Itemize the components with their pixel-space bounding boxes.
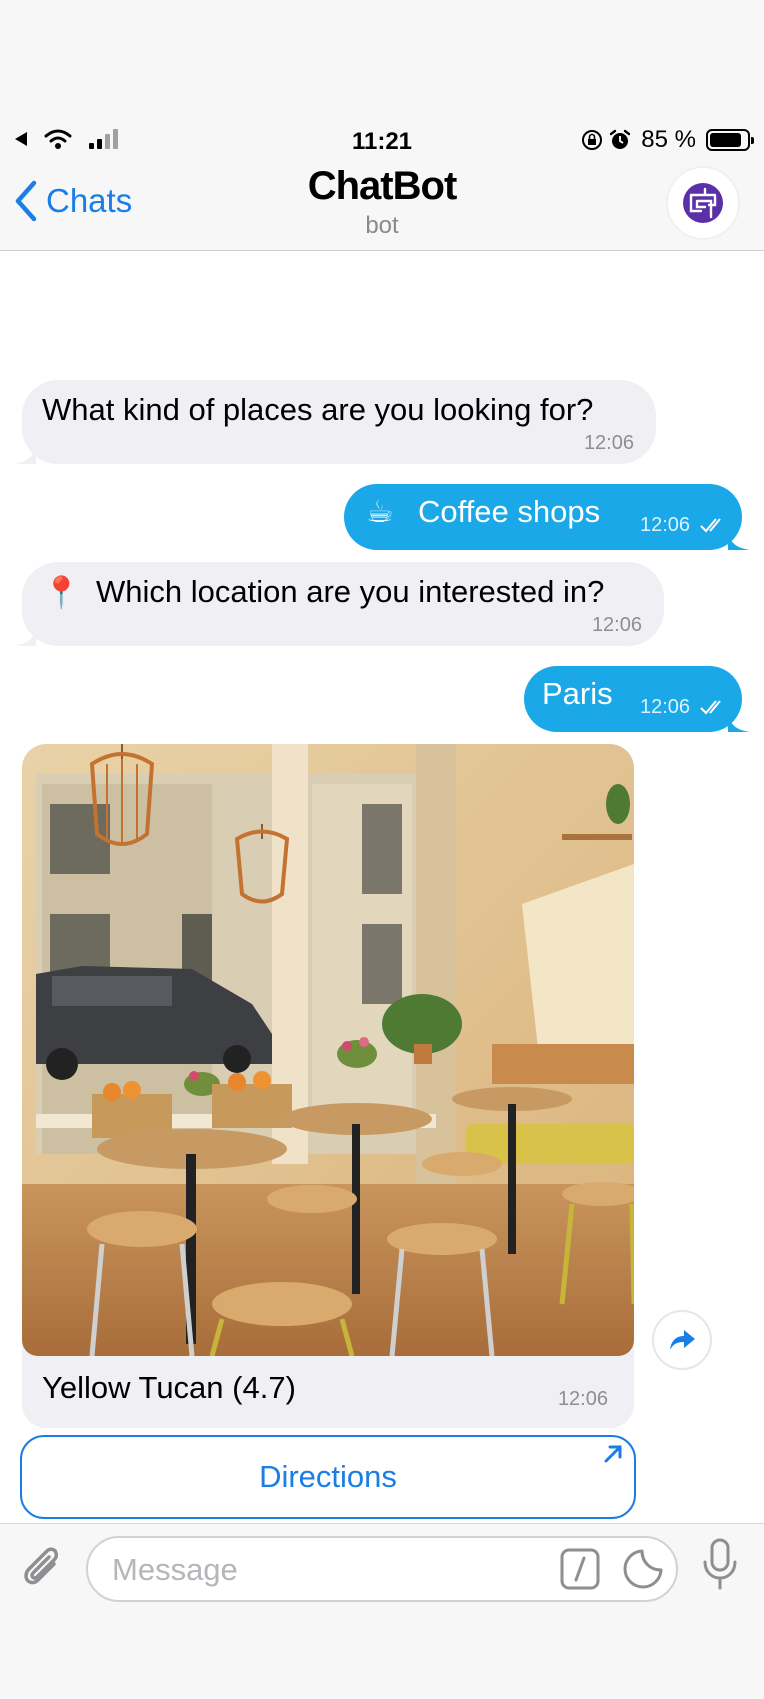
orientation-lock-icon (582, 130, 603, 150)
microphone-icon (703, 1538, 737, 1590)
bubble-tail (14, 442, 36, 464)
read-ticks-icon (700, 518, 721, 533)
command-icon (560, 1548, 600, 1590)
sticker-button[interactable] (622, 1548, 664, 1595)
alarm-icon (610, 129, 631, 149)
external-link-icon (604, 1445, 622, 1463)
bubble-tail (14, 624, 36, 646)
incoming-message[interactable]: 📍 Which location are you interested in? … (14, 562, 664, 646)
message-text: Paris (542, 676, 613, 711)
cafe-photo-illustration (22, 744, 634, 1356)
place-card[interactable]: Yellow Tucan (4.7) 12:06 (22, 744, 634, 1428)
message-input[interactable] (112, 1548, 492, 1592)
share-button[interactable] (652, 1310, 712, 1370)
share-icon (670, 1330, 695, 1350)
message-time: 12:06 (557, 1388, 608, 1410)
message-time: 12:06 (591, 614, 642, 636)
message-field-container (86, 1536, 678, 1602)
incoming-message[interactable]: What kind of places are you looking for?… (14, 380, 656, 464)
place-name: Yellow Tucan (4.7) (42, 1370, 296, 1405)
message-text: Which location are you interested in? (96, 574, 605, 609)
directions-label: Directions (259, 1459, 397, 1494)
top-area: 11:21 85 % Chats ChatBot bot (0, 0, 764, 251)
chat-area: What kind of places are you looking for?… (0, 252, 764, 1522)
message-input-bar (0, 1523, 764, 1699)
message-time: 12:06 (640, 514, 691, 536)
bot-avatar[interactable] (668, 168, 738, 238)
status-right: 85 % (581, 126, 754, 154)
directions-button[interactable]: Directions (20, 1435, 636, 1519)
attach-button[interactable] (20, 1544, 64, 1597)
outgoing-message[interactable]: ☕ Coffee shops 12:06 (344, 484, 750, 550)
voice-message-button[interactable] (700, 1536, 740, 1597)
bot-commands-button[interactable] (560, 1548, 600, 1595)
message-text: Coffee shops (418, 494, 601, 529)
nav-bar: Chats ChatBot bot (0, 162, 764, 250)
chat-subtitle: bot (365, 212, 399, 239)
chat-title: ChatBot (307, 164, 458, 208)
message-time: 12:06 (583, 432, 634, 454)
status-bar: 11:21 85 % (0, 120, 764, 162)
sticker-icon (623, 1549, 663, 1589)
message-emoji: 📍 (42, 575, 81, 610)
attach-icon (24, 1547, 59, 1585)
message-text: What kind of places are you looking for? (42, 392, 594, 427)
battery-percent: 85 % (641, 126, 696, 153)
cafe-photo[interactable] (22, 744, 634, 1356)
message-emoji: ☕ (366, 494, 394, 529)
bot-avatar-icon (683, 183, 723, 223)
bubble-tail (728, 528, 750, 550)
message-time: 12:06 (640, 696, 691, 718)
read-ticks-icon (700, 700, 721, 715)
battery-icon (706, 129, 754, 151)
bubble-tail (728, 710, 750, 732)
outgoing-message[interactable]: Paris 12:06 (524, 666, 750, 732)
